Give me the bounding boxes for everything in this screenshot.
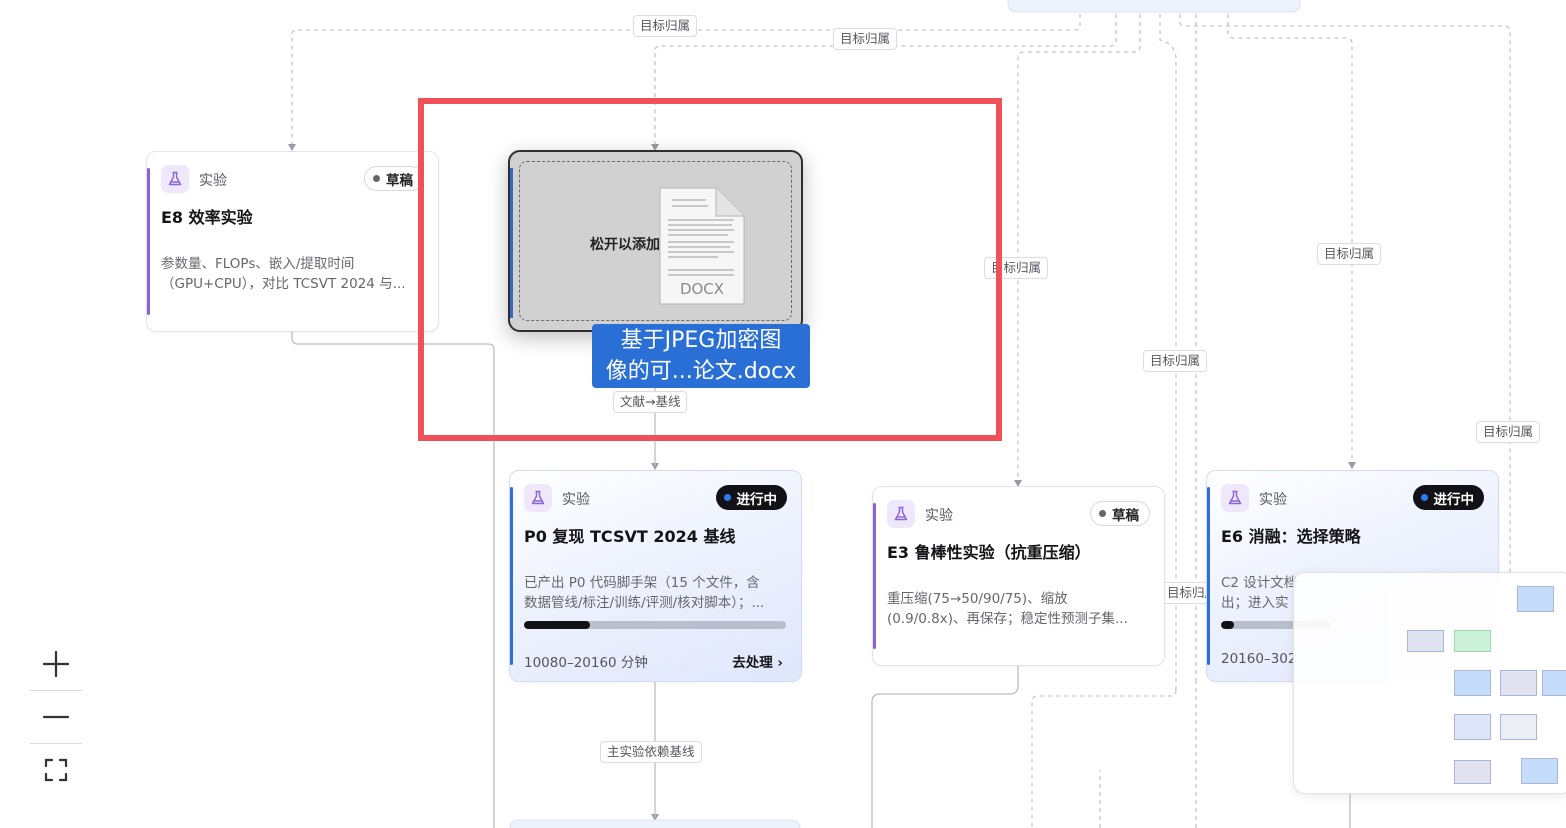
card-type-label: 实验 [925,508,953,524]
fit-view-button[interactable] [30,744,82,796]
card-description: 参数量、FLOPs、嵌入/提取时间 （GPU+CPU），对比 TCSVT 202… [161,256,406,292]
edge-goal-e6 [1227,14,1353,466]
node-card-e8[interactable]: 实验 草稿 E8 效率实验 参数量、FLOPs、嵌入/提取时间 （GPU+CPU… [146,151,439,332]
card-description: 重压缩(75→50/90/75)、缩放 (0.9/0.8x)、再保存；稳定性预测… [887,591,1128,627]
minimap-node [1521,758,1558,784]
card-accent [147,168,150,315]
edge-label-goal: 目标归属 [633,15,698,37]
card-accent [1207,487,1210,665]
card-type-label: 实验 [1259,492,1287,508]
progress-fill [1221,621,1235,629]
go-handle-link[interactable]: 去处理 › [732,651,783,671]
flask-icon [161,165,189,193]
card-description: 已产出 P0 代码脚手架（15 个文件，含 数据管线/标注/训练/评测/核对脚本… [524,575,765,611]
card-accent [510,487,513,665]
card-title: E8 效率实验 [161,208,253,227]
progress-fill [524,621,590,629]
highlight-frame [418,98,1002,441]
minimap-node [1542,670,1566,696]
edge-goal-e3 [1017,14,1141,484]
status-badge: 进行中 [1412,485,1484,510]
node-card-p0[interactable]: 实验 进行中 P0 复现 TCSVT 2024 基线 已产出 P0 代码脚手架（… [509,470,802,682]
minimap-node [1454,760,1491,784]
minimap-node [1454,670,1491,696]
card-type-label: 实验 [199,173,227,189]
edge-label-main-depends: 主实验依赖基线 [600,741,702,763]
status-badge: 进行中 [715,485,787,510]
duration-text: 10080–20160 分钟 [524,655,648,671]
minimap-node [1407,630,1444,652]
flask-icon [1221,484,1249,512]
minimap[interactable] [1293,572,1566,794]
card-accent [873,503,876,649]
flask-icon [524,484,552,512]
card-title: E6 消融：选择策略 [1221,527,1361,546]
minimap-node [1454,630,1491,652]
edge-label-goal: 目标归属 [1317,243,1382,265]
status-badge: 草稿 [1090,501,1150,526]
zoom-out-button[interactable] [30,691,82,743]
edge-e3-down [871,666,1019,828]
fit-view-icon [44,758,68,782]
duration-text: 20160–302 [1221,651,1297,667]
progress-bar [524,621,786,629]
graph-canvas[interactable]: 目标归属 目标归属 目标归属 目标归属 目标归属 目标归属 目标归属 文献→基线… [0,0,1566,828]
edge-label-goal: 目标归属 [1143,350,1208,372]
edge-label-goal: 目标归属 [1476,421,1541,443]
card-type-label: 实验 [562,492,590,508]
minimap-node [1500,670,1537,696]
card-title: E3 鲁棒性实验（抗重压缩） [887,543,1091,562]
node-card-e3[interactable]: 实验 草稿 E3 鲁棒性实验（抗重压缩） 重压缩(75→50/90/75)、缩放… [872,486,1165,666]
edge-label-goal: 目标归属 [833,28,898,50]
minimap-node [1454,714,1491,740]
card-title: P0 复现 TCSVT 2024 基线 [524,527,736,546]
status-badge: 草稿 [364,166,424,191]
zoom-in-button[interactable] [30,638,82,690]
minimap-node [1500,714,1537,740]
plus-icon [43,651,69,677]
flask-icon [887,500,915,528]
minimap-node [1517,586,1554,612]
minus-icon [43,715,69,719]
